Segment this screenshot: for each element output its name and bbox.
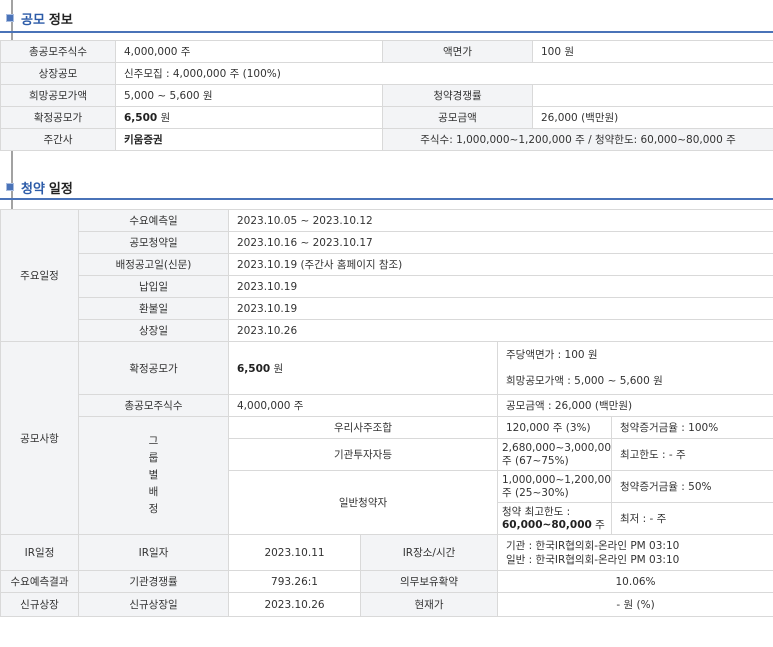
heading-accent: 공모 <box>21 12 45 28</box>
schedule-value: 2023.10.26 <box>227 319 773 342</box>
underwriter-label: 주간사 <box>0 128 116 151</box>
desired-price: 희망공모가액 : 5,000 ~ 5,600 원 <box>506 375 663 387</box>
alloc-label: 그 룹 별 배 정 <box>78 416 229 535</box>
schedule-table: 주요일정 수요예측일 2023.10.05 ~ 2023.10.12 공모청약일… <box>0 209 773 617</box>
schedule-value: 2023.10.19 <box>227 297 773 320</box>
lockup: 10.06% <box>496 570 773 593</box>
ir-place: 기관 : 한국IR협의회-온라인 PM 03:10 일반 : 한국IR협의회-온… <box>496 534 773 571</box>
table-row: 주요일정 수요예측일 2023.10.05 ~ 2023.10.12 <box>0 209 773 342</box>
total-shares-label: 총공모주식수 <box>78 394 229 417</box>
schedule-label: 공모청약일 <box>78 231 229 254</box>
competition-value <box>532 84 773 107</box>
schedule-value: 2023.10.19 (주간사 홈페이지 참조) <box>227 253 773 276</box>
schedule-label: 납입일 <box>78 275 229 298</box>
retail-deposit: 청약증거금율 : 50% <box>610 470 773 503</box>
lockup-label: 의무보유확약 <box>360 570 498 593</box>
offering-heading: 공모 정보 <box>6 6 73 30</box>
schedule-label: 환불일 <box>78 297 229 320</box>
desired-price-label: 희망공모가액 <box>0 84 116 107</box>
table-row: 그 룹 별 배 정 우리사주조합 120,000 주 (3%) 청약증거금율 :… <box>1 416 773 535</box>
schedule-label: 수요예측일 <box>78 209 229 232</box>
new-listing-label: 신규상장일 <box>78 592 229 617</box>
demand-group-label: 수요예측결과 <box>0 570 79 593</box>
ir-date-label: IR일자 <box>78 534 229 571</box>
new-listing-date: 2023.10.26 <box>228 592 361 617</box>
table-row: 주간사 키움증권 주식수: 1,000,000~1,200,000 주 / 청약… <box>0 128 773 151</box>
new-listing-group-label: 신규상장 <box>0 592 79 617</box>
schedule-group-label: 주요일정 <box>0 209 79 342</box>
current-price: - 원 (%) <box>496 592 773 617</box>
table-row: IR일정 IR일자 2023.10.11 IR장소/시간 기관 : 한국IR협의… <box>0 534 773 571</box>
table-row: 총공모주식수 4,000,000 주 액면가 100 원 <box>0 40 773 63</box>
par-value: 100 원 <box>532 40 773 63</box>
retail-max: 청약 최고한도 : 60,000~80,000 주 <box>497 502 612 535</box>
listing-value: 신주모집 : 4,000,000 주 (100%) <box>115 62 773 85</box>
inst-shares: 2,680,000~3,000,000 주 (67~75%) <box>497 438 612 471</box>
subscription-heading: 청약 일정 <box>6 175 73 199</box>
underwriter-detail: 주식수: 1,000,000~1,200,000 주 / 청약한도: 60,00… <box>382 128 773 151</box>
table-row: 확정공모가 6,500 원 공모금액 26,000 (백만원) <box>0 106 773 129</box>
demand-comp-label: 기관경쟁률 <box>78 570 229 593</box>
matters-group-label: 공모사항 <box>0 341 79 535</box>
price-info: 주당액면가 : 100 원 희망공모가액 : 5,000 ~ 5,600 원 <box>496 341 773 395</box>
retail-min: 최저 : - 주 <box>610 502 773 535</box>
retail-label: 일반청약자 <box>228 470 498 535</box>
table-row: 상장공모 신주모집 : 4,000,000 주 (100%) <box>0 62 773 85</box>
employee-shares: 120,000 주 (3%) <box>497 416 612 439</box>
final-price-value: 6,500 원 <box>228 341 498 395</box>
table-row: 상장일 2023.10.26 <box>1 319 773 342</box>
total-shares-value: 4,000,000 주 <box>115 40 383 63</box>
table-row: 공모사항 확정공모가 6,500 원 주당액면가 : 100 원 희망공모가액 … <box>0 341 773 535</box>
final-price-value: 6,500 원 <box>115 106 383 129</box>
employee-deposit: 청약증거금율 : 100% <box>610 416 773 439</box>
competition-label: 청약경쟁률 <box>382 84 533 107</box>
current-price-label: 현재가 <box>360 592 498 617</box>
final-price-label: 확정공모가 <box>78 341 229 395</box>
heading-square-icon <box>6 183 14 191</box>
par-per-share: 주당액면가 : 100 원 <box>506 349 598 361</box>
schedule-label: 상장일 <box>78 319 229 342</box>
table-row: 희망공모가액 5,000 ~ 5,600 원 청약경쟁률 <box>0 84 773 107</box>
amount-label: 공모금액 <box>382 106 533 129</box>
heading-rest: 일정 <box>48 181 73 197</box>
table-row: 총공모주식수 4,000,000 주 공모금액 : 26,000 (백만원) <box>1 394 773 417</box>
amount-value: 26,000 (백만원) <box>532 106 773 129</box>
listing-label: 상장공모 <box>0 62 116 85</box>
ir-place-label: IR장소/시간 <box>360 534 498 571</box>
offering-rule <box>0 31 773 33</box>
total-shares-label: 총공모주식수 <box>0 40 116 63</box>
employee-label: 우리사주조합 <box>228 416 498 439</box>
schedule-value: 2023.10.16 ~ 2023.10.17 <box>227 231 773 254</box>
heading-rest: 정보 <box>48 12 73 28</box>
inst-label: 기관투자자등 <box>228 438 498 471</box>
schedule-value: 2023.10.05 ~ 2023.10.12 <box>227 209 773 232</box>
ir-group-label: IR일정 <box>0 534 79 571</box>
schedule-value: 2023.10.19 <box>227 275 773 298</box>
underwriter-value: 키움증권 <box>115 128 383 151</box>
subscription-rule <box>0 198 773 200</box>
ir-date: 2023.10.11 <box>228 534 361 571</box>
table-row: 신규상장 신규상장일 2023.10.26 현재가 - 원 (%) <box>0 592 773 617</box>
par-label: 액면가 <box>382 40 533 63</box>
table-row: 배정공고일(신문) 2023.10.19 (주간사 홈페이지 참조) <box>1 253 773 276</box>
retail-shares: 1,000,000~1,200,000 주 (25~30%) <box>497 470 612 503</box>
heading-square-icon <box>6 14 14 22</box>
offer-amount: 공모금액 : 26,000 (백만원) <box>496 394 773 417</box>
demand-comp: 793.26:1 <box>228 570 361 593</box>
table-row: 공모청약일 2023.10.16 ~ 2023.10.17 <box>1 231 773 254</box>
offering-table: 총공모주식수 4,000,000 주 액면가 100 원 상장공모 신주모집 :… <box>0 40 773 151</box>
schedule-label: 배정공고일(신문) <box>78 253 229 276</box>
desired-price-value: 5,000 ~ 5,600 원 <box>115 84 383 107</box>
heading-accent: 청약 <box>21 181 45 197</box>
inst-max: 최고한도 : - 주 <box>610 438 773 471</box>
final-price-label: 확정공모가 <box>0 106 116 129</box>
table-row: 수요예측결과 기관경쟁률 793.26:1 의무보유확약 10.06% <box>0 570 773 593</box>
table-row: 환불일 2023.10.19 <box>1 297 773 320</box>
table-row: 납입일 2023.10.19 <box>1 275 773 298</box>
total-shares-value: 4,000,000 주 <box>228 394 498 417</box>
